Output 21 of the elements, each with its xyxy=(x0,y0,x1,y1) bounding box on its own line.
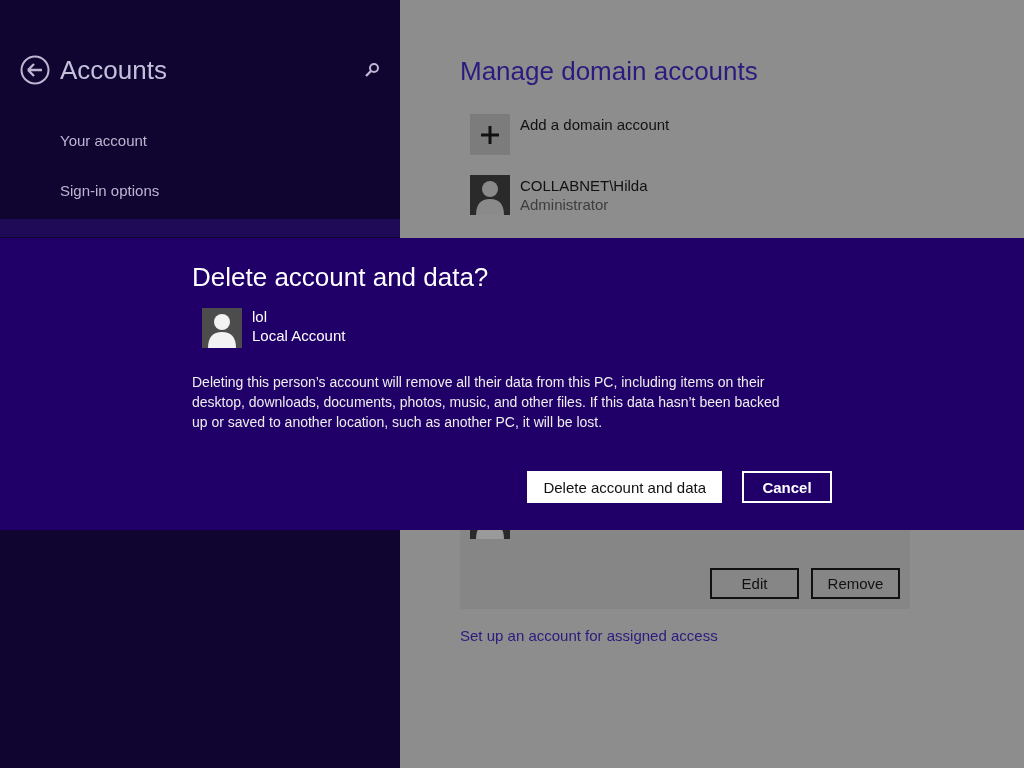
cancel-button[interactable]: Cancel xyxy=(742,471,832,503)
account-action-button[interactable]: Edit xyxy=(710,568,799,599)
account-name: lol xyxy=(252,308,268,325)
account-action-button[interactable]: Remove xyxy=(811,568,900,599)
add-icon[interactable] xyxy=(470,114,510,155)
page-title: Accounts xyxy=(60,54,168,86)
account-role: Administrator xyxy=(520,196,610,213)
dialog-message: Deleting this person’s account will remove all their data from this PC, including items on their desktop, downloads, documents, photos, music, and other files. If this data hasn’t been backed up or saved to another location, such as another PC, it will be lost. xyxy=(192,373,781,432)
section-title: Manage domain accounts xyxy=(460,56,759,86)
dialog-title: Delete account and data? xyxy=(192,262,490,294)
account-type: Local Account xyxy=(252,327,346,344)
account-name: COLLABNET\Hilda xyxy=(520,177,648,194)
delete-button[interactable]: Delete account and data xyxy=(527,471,722,503)
assigned-access-link[interactable]: Set up an account for assigned access xyxy=(460,627,718,644)
search-icon[interactable] xyxy=(364,62,380,78)
add-account-label[interactable]: Add a domain account xyxy=(520,116,670,133)
avatar-icon xyxy=(470,175,510,215)
avatar-icon xyxy=(202,308,242,348)
sidebar-item[interactable]: Sign-in options xyxy=(0,181,400,231)
sidebar-item[interactable]: Your account xyxy=(0,131,400,181)
back-icon[interactable] xyxy=(20,55,50,85)
